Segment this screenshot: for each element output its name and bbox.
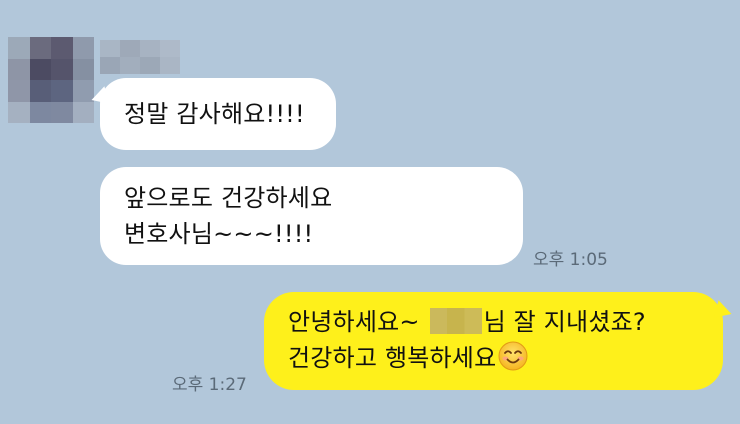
message-text: 변호사님~~~!!!! [124, 220, 314, 248]
bubble-tail [88, 86, 110, 108]
message-text: 정말 감사해요!!!! [124, 100, 305, 128]
incoming-message-bubble[interactable]: 앞으로도 건강하세요 변호사님~~~!!!! [100, 167, 523, 265]
message-text: 안녕하세요~ [288, 308, 420, 336]
message-timestamp: 오후 1:05 [533, 250, 608, 270]
redacted-name-block [429, 308, 482, 334]
message-text: 앞으로도 건강하세요 [124, 184, 333, 212]
message-line: 안녕하세요~ 님 잘 지내셨죠? [288, 304, 699, 340]
outgoing-message-bubble[interactable]: 안녕하세요~ 님 잘 지내셨죠? 건강하고 행복하세요 [264, 292, 735, 390]
chat-room: 정말 감사해요!!!! 앞으로도 건강하세요 변호사님~~~!!!! 오후 1:… [0, 0, 740, 424]
message-text: 님 잘 지내셨죠? [483, 308, 646, 336]
incoming-message-bubble[interactable]: 정말 감사해요!!!! [88, 78, 336, 150]
sender-name-blurred [100, 40, 180, 74]
message-text: 건강하고 행복하세요 [288, 344, 497, 372]
bubble-tail [713, 300, 735, 322]
message-line: 건강하고 행복하세요 [288, 340, 699, 376]
smiling-face-emoji-icon [498, 341, 528, 371]
message-timestamp: 오후 1:27 [172, 375, 247, 395]
sender-avatar-blurred[interactable] [8, 37, 94, 123]
